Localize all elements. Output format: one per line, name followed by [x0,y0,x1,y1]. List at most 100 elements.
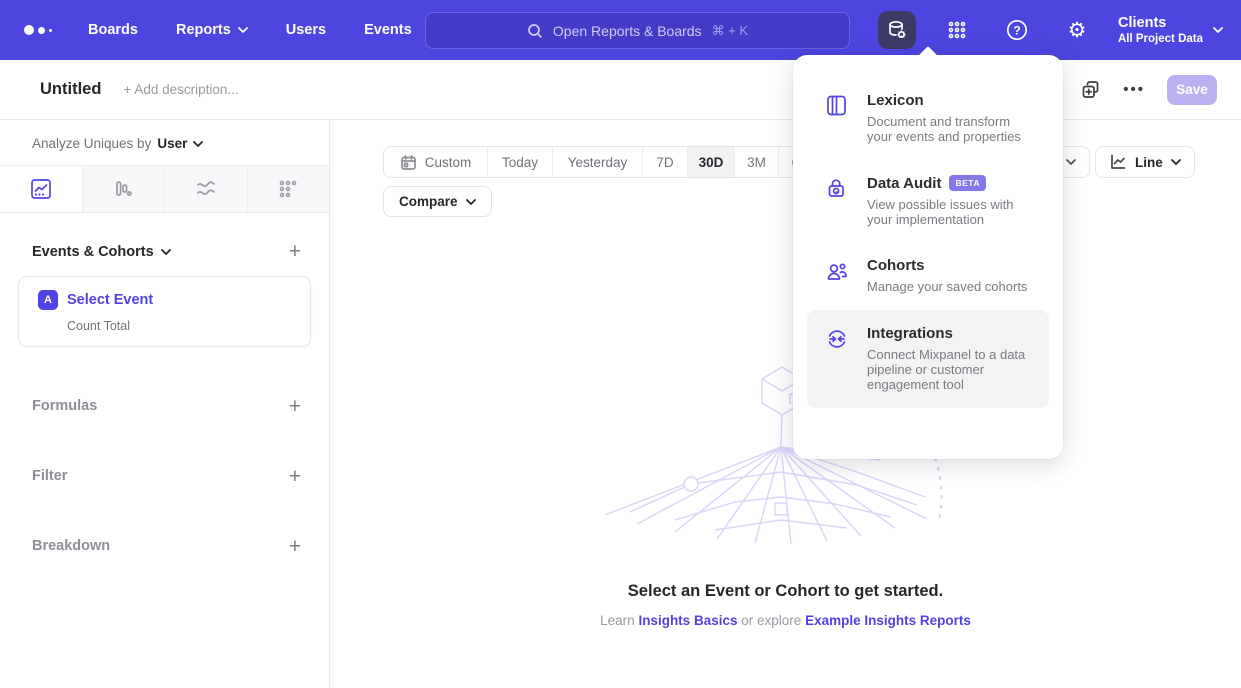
calendar-icon [400,154,417,171]
chart-type-tabs [0,165,329,213]
add-filter-button[interactable]: + [289,466,301,487]
example-reports-link[interactable]: Example Insights Reports [805,613,971,628]
date-range-label: 3M [747,155,766,170]
nav-item-reports[interactable]: Reports [176,22,248,38]
nav-item-label: Users [286,22,326,38]
duplicate-button[interactable] [1080,79,1101,100]
chevron-down-icon [161,249,171,255]
line-chart-icon [30,178,52,200]
nav-item-users[interactable]: Users [286,22,326,38]
events-cohorts-label: Events & Cohorts [32,244,154,260]
chart-style-selector[interactable]: Line [1095,146,1195,178]
menu-item-desc: Connect Mixpanel to a data pipeline or c… [867,347,1035,393]
report-canvas: Custom Today Yesterday 7D 30D 3M 6M Comp… [330,120,1241,688]
tab-line-chart[interactable] [0,166,82,212]
add-event-button[interactable]: + [289,241,301,262]
insights-basics-link[interactable]: Insights Basics [638,613,737,628]
events-cohorts-toggle[interactable]: Events & Cohorts [32,244,171,260]
learn-prefix: Learn [600,613,635,628]
tab-metric-chart[interactable] [247,166,330,212]
integrations-icon [825,327,849,351]
chevron-down-icon [466,199,476,205]
beta-badge: BETA [949,175,986,191]
date-range-label: Today [502,155,538,170]
menu-item-desc: View possible issues with your implement… [867,197,1035,228]
menu-item-title: Data Audit [867,175,941,192]
more-options-button[interactable]: ••• [1123,81,1145,98]
nav-item-label: Boards [88,22,138,38]
middle-text: or explore [741,613,801,628]
dots-metric-icon [277,178,299,200]
data-audit-icon [825,177,848,200]
search-placeholder: Open Reports & Boards [553,23,702,39]
date-range-yesterday[interactable]: Yesterday [552,147,642,177]
analyze-by-selector[interactable]: User [157,136,203,151]
menu-item-lexicon[interactable]: Lexicon Document and transform your even… [807,77,1049,160]
add-breakdown-button[interactable]: + [289,536,301,557]
project-name: Clients [1118,14,1203,32]
add-formula-button[interactable]: + [289,396,301,417]
compare-button[interactable]: Compare [383,186,492,217]
query-builder-sidebar: Analyze Uniques by User [0,120,330,688]
data-management-button[interactable] [878,11,916,49]
project-selector[interactable]: Clients All Project Data [1118,14,1223,47]
date-range-label: 30D [699,155,724,170]
global-search-input[interactable]: Open Reports & Boards ⌘ + K [425,12,850,49]
count-type-selector[interactable]: Count Total [67,319,296,333]
search-shortcut: ⌘ + K [712,23,749,39]
filter-section: Filter + [0,441,329,511]
empty-state-title: Select an Event or Cohort to get started… [330,582,1241,601]
mixpanel-logo[interactable] [24,25,52,35]
gear-icon: ⚙ [1068,20,1087,41]
tab-bar-chart[interactable] [82,166,165,212]
date-range-custom[interactable]: Custom [384,147,487,177]
chevron-down-icon [193,141,203,147]
menu-item-title: Integrations [867,325,953,342]
date-range-today[interactable]: Today [487,147,552,177]
empty-state-links: Learn Insights Basics or explore Example… [330,613,1241,628]
settings-button[interactable]: ⚙ [1058,11,1096,49]
menu-item-title: Cohorts [867,257,925,274]
date-range-30d[interactable]: 30D [687,147,734,177]
breakdown-label: Breakdown [32,538,110,554]
menu-item-desc: Manage your saved cohorts [867,279,1027,294]
svg-text:?: ? [1013,23,1020,37]
nav-item-boards[interactable]: Boards [88,22,138,38]
events-cohorts-header: Events & Cohorts + [0,241,329,262]
copy-icon [1080,79,1101,100]
lexicon-icon [825,94,848,117]
data-management-menu: Lexicon Document and transform your even… [793,55,1063,459]
date-range-label: Yesterday [568,155,628,170]
select-event-button[interactable]: Select Event [67,292,153,308]
ellipsis-icon: ••• [1123,81,1145,98]
nav-item-label: Reports [176,22,231,38]
search-icon [527,23,543,39]
add-description-field[interactable]: + Add description... [123,82,238,97]
breakdown-section: Breakdown + [0,511,329,581]
save-button[interactable]: Save [1167,75,1217,105]
menu-item-integrations[interactable]: Integrations Connect Mixpanel to a data … [807,310,1049,408]
tab-flow-chart[interactable] [164,166,247,212]
date-range-7d[interactable]: 7D [642,147,687,177]
analyze-label: Analyze Uniques by [32,136,151,151]
grid-icon [947,20,967,40]
chart-style-label: Line [1135,155,1163,170]
menu-item-data-audit[interactable]: Data Audit BETA View possible issues wit… [807,160,1049,243]
project-scope: All Project Data [1118,32,1203,46]
nav-item-events[interactable]: Events [364,22,412,38]
chevron-down-icon [1171,159,1181,165]
line-chart-icon [1109,153,1127,171]
event-badge: A [38,290,58,310]
event-row-card[interactable]: A Select Event Count Total [18,276,311,347]
menu-item-title: Lexicon [867,92,924,109]
bar-chart-icon [112,178,134,200]
date-range-3m[interactable]: 3M [734,147,778,177]
formulas-section: Formulas + [0,371,329,441]
help-button[interactable]: ? [998,11,1036,49]
report-title[interactable]: Untitled [40,80,101,99]
analyze-value: User [157,136,187,151]
chevron-down-icon [1066,159,1076,165]
date-range-label: 7D [656,155,673,170]
apps-grid-button[interactable] [938,11,976,49]
menu-item-cohorts[interactable]: Cohorts Manage your saved cohorts [807,242,1049,309]
